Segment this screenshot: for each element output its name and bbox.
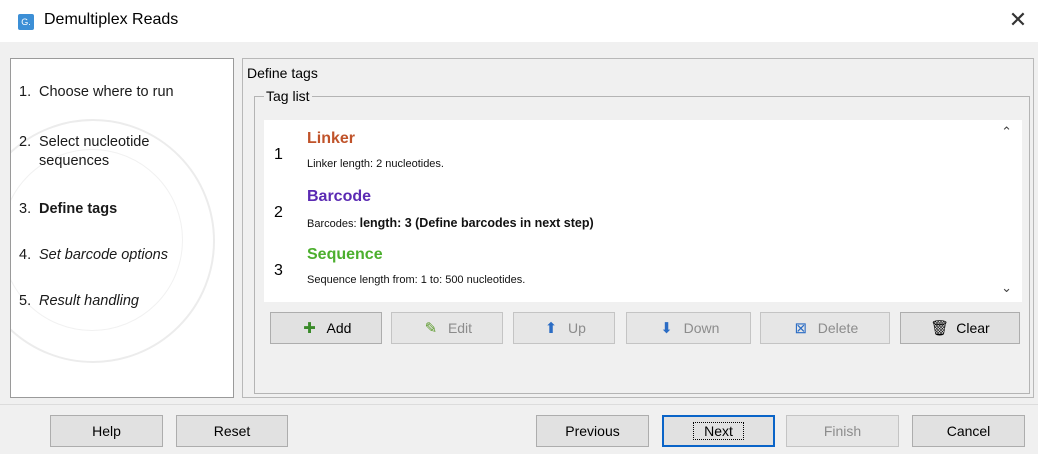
step-number: 4. xyxy=(19,247,32,263)
step-set-barcode-options: 4. Set barcode options xyxy=(19,246,229,265)
app-icon: G. xyxy=(18,14,34,30)
dialog-window: G. Demultiplex Reads ✕ 1. Choose where to… xyxy=(0,0,1038,454)
tag-list-label: Tag list xyxy=(264,88,312,104)
arrow-up-icon: ⬆ xyxy=(544,320,558,337)
scroll-down-icon[interactable]: ⌄ xyxy=(1001,280,1012,296)
reset-button[interactable]: Reset xyxy=(176,415,288,447)
help-button[interactable]: Help xyxy=(50,415,163,447)
tag-name: Sequence xyxy=(307,246,383,263)
down-button[interactable]: ⬇ Down xyxy=(626,312,751,344)
tag-item-sequence[interactable]: 3 Sequence Sequence length from: 1 to: 5… xyxy=(264,240,994,298)
footer-divider xyxy=(0,404,1038,405)
finish-button[interactable]: Finish xyxy=(786,415,899,447)
up-button-label: Up xyxy=(568,320,586,336)
window-title: Demultiplex Reads xyxy=(44,11,179,28)
down-button-label: Down xyxy=(683,320,720,336)
tag-description: Linker length: 2 nucleotides. xyxy=(307,158,444,170)
tag-number: 2 xyxy=(274,204,283,221)
clear-button-label: Clear xyxy=(956,320,990,336)
wizard-steps: 1. Choose where to run 2. Select nucleotid… xyxy=(10,58,234,398)
tag-description: Sequence length from: 1 to: 500 nucleoti… xyxy=(307,274,525,286)
step-label: Define tags xyxy=(39,201,118,217)
finish-button-label: Finish xyxy=(823,423,862,439)
step-number: 2. xyxy=(19,134,32,150)
page-title: Define tags xyxy=(247,65,318,81)
tag-desc-text: Sequence length from: 1 to: 500 nucleoti… xyxy=(307,274,526,286)
step-define-tags: 3. Define tags xyxy=(19,200,229,219)
add-button[interactable]: ✚ Add xyxy=(270,312,382,344)
tag-desc-bold: length: 3 (Define barcodes in next step) xyxy=(359,216,594,230)
tag-list[interactable]: 1 Linker Linker length: 2 nucleotides. 2… xyxy=(264,120,1022,302)
delete-button[interactable]: ⊠ Delete xyxy=(760,312,890,344)
step-label: Select nucleotide sequences xyxy=(39,134,150,169)
tag-name: Linker xyxy=(307,130,356,147)
tag-description: Barcodes: length: 3 (Define barcodes in … xyxy=(307,216,594,230)
cancel-button[interactable]: Cancel xyxy=(912,415,1025,447)
pencil-icon: ✎ xyxy=(424,320,438,337)
clear-button[interactable]: 🗑 Clear xyxy=(900,312,1020,344)
tag-name: Barcode xyxy=(307,188,372,205)
step-label: Choose where to run xyxy=(39,84,174,100)
step-select-nucleotide-sequences: 2. Select nucleotide sequences xyxy=(19,133,229,171)
step-number: 5. xyxy=(19,293,32,309)
arrow-down-icon: ⬇ xyxy=(660,320,673,337)
up-button[interactable]: ⬆ Up xyxy=(513,312,615,344)
step-result-handling: 5. Result handling xyxy=(19,292,229,311)
cancel-button-label: Cancel xyxy=(946,423,991,439)
scroll-up-icon[interactable]: ⌃ xyxy=(1001,124,1012,140)
delete-button-label: Delete xyxy=(817,320,859,336)
step-number: 3. xyxy=(19,201,32,217)
tag-item-barcode[interactable]: 2 Barcode Barcodes: length: 3 (Define ba… xyxy=(264,182,994,240)
reset-button-label: Reset xyxy=(213,423,251,439)
delete-icon: ⊠ xyxy=(794,320,808,337)
close-icon[interactable]: ✕ xyxy=(1004,6,1032,34)
step-number: 1. xyxy=(19,84,32,100)
step-label: Set barcode options xyxy=(39,247,168,263)
previous-button-label: Previous xyxy=(565,423,620,439)
previous-button[interactable]: Previous xyxy=(536,415,649,447)
edit-button[interactable]: ✎ Edit xyxy=(391,312,503,344)
step-choose-where-to-run: 1. Choose where to run xyxy=(19,83,229,102)
edit-button-label: Edit xyxy=(447,320,473,336)
next-button[interactable]: Next xyxy=(662,415,775,447)
step-label: Result handling xyxy=(39,293,139,309)
tag-number: 1 xyxy=(274,146,283,163)
add-icon: ✚ xyxy=(303,320,316,337)
tag-item-linker[interactable]: 1 Linker Linker length: 2 nucleotides. xyxy=(264,124,994,182)
tag-desc-text: Linker length: 2 nucleotides. xyxy=(307,158,444,170)
title-bar: G. Demultiplex Reads ✕ xyxy=(0,0,1038,42)
trash-icon: 🗑 xyxy=(930,320,950,337)
next-button-label: Next xyxy=(693,422,744,440)
add-button-label: Add xyxy=(326,320,352,336)
tag-desc-text: Barcodes: xyxy=(307,218,360,230)
tag-number: 3 xyxy=(274,262,283,279)
help-button-label: Help xyxy=(92,423,121,439)
